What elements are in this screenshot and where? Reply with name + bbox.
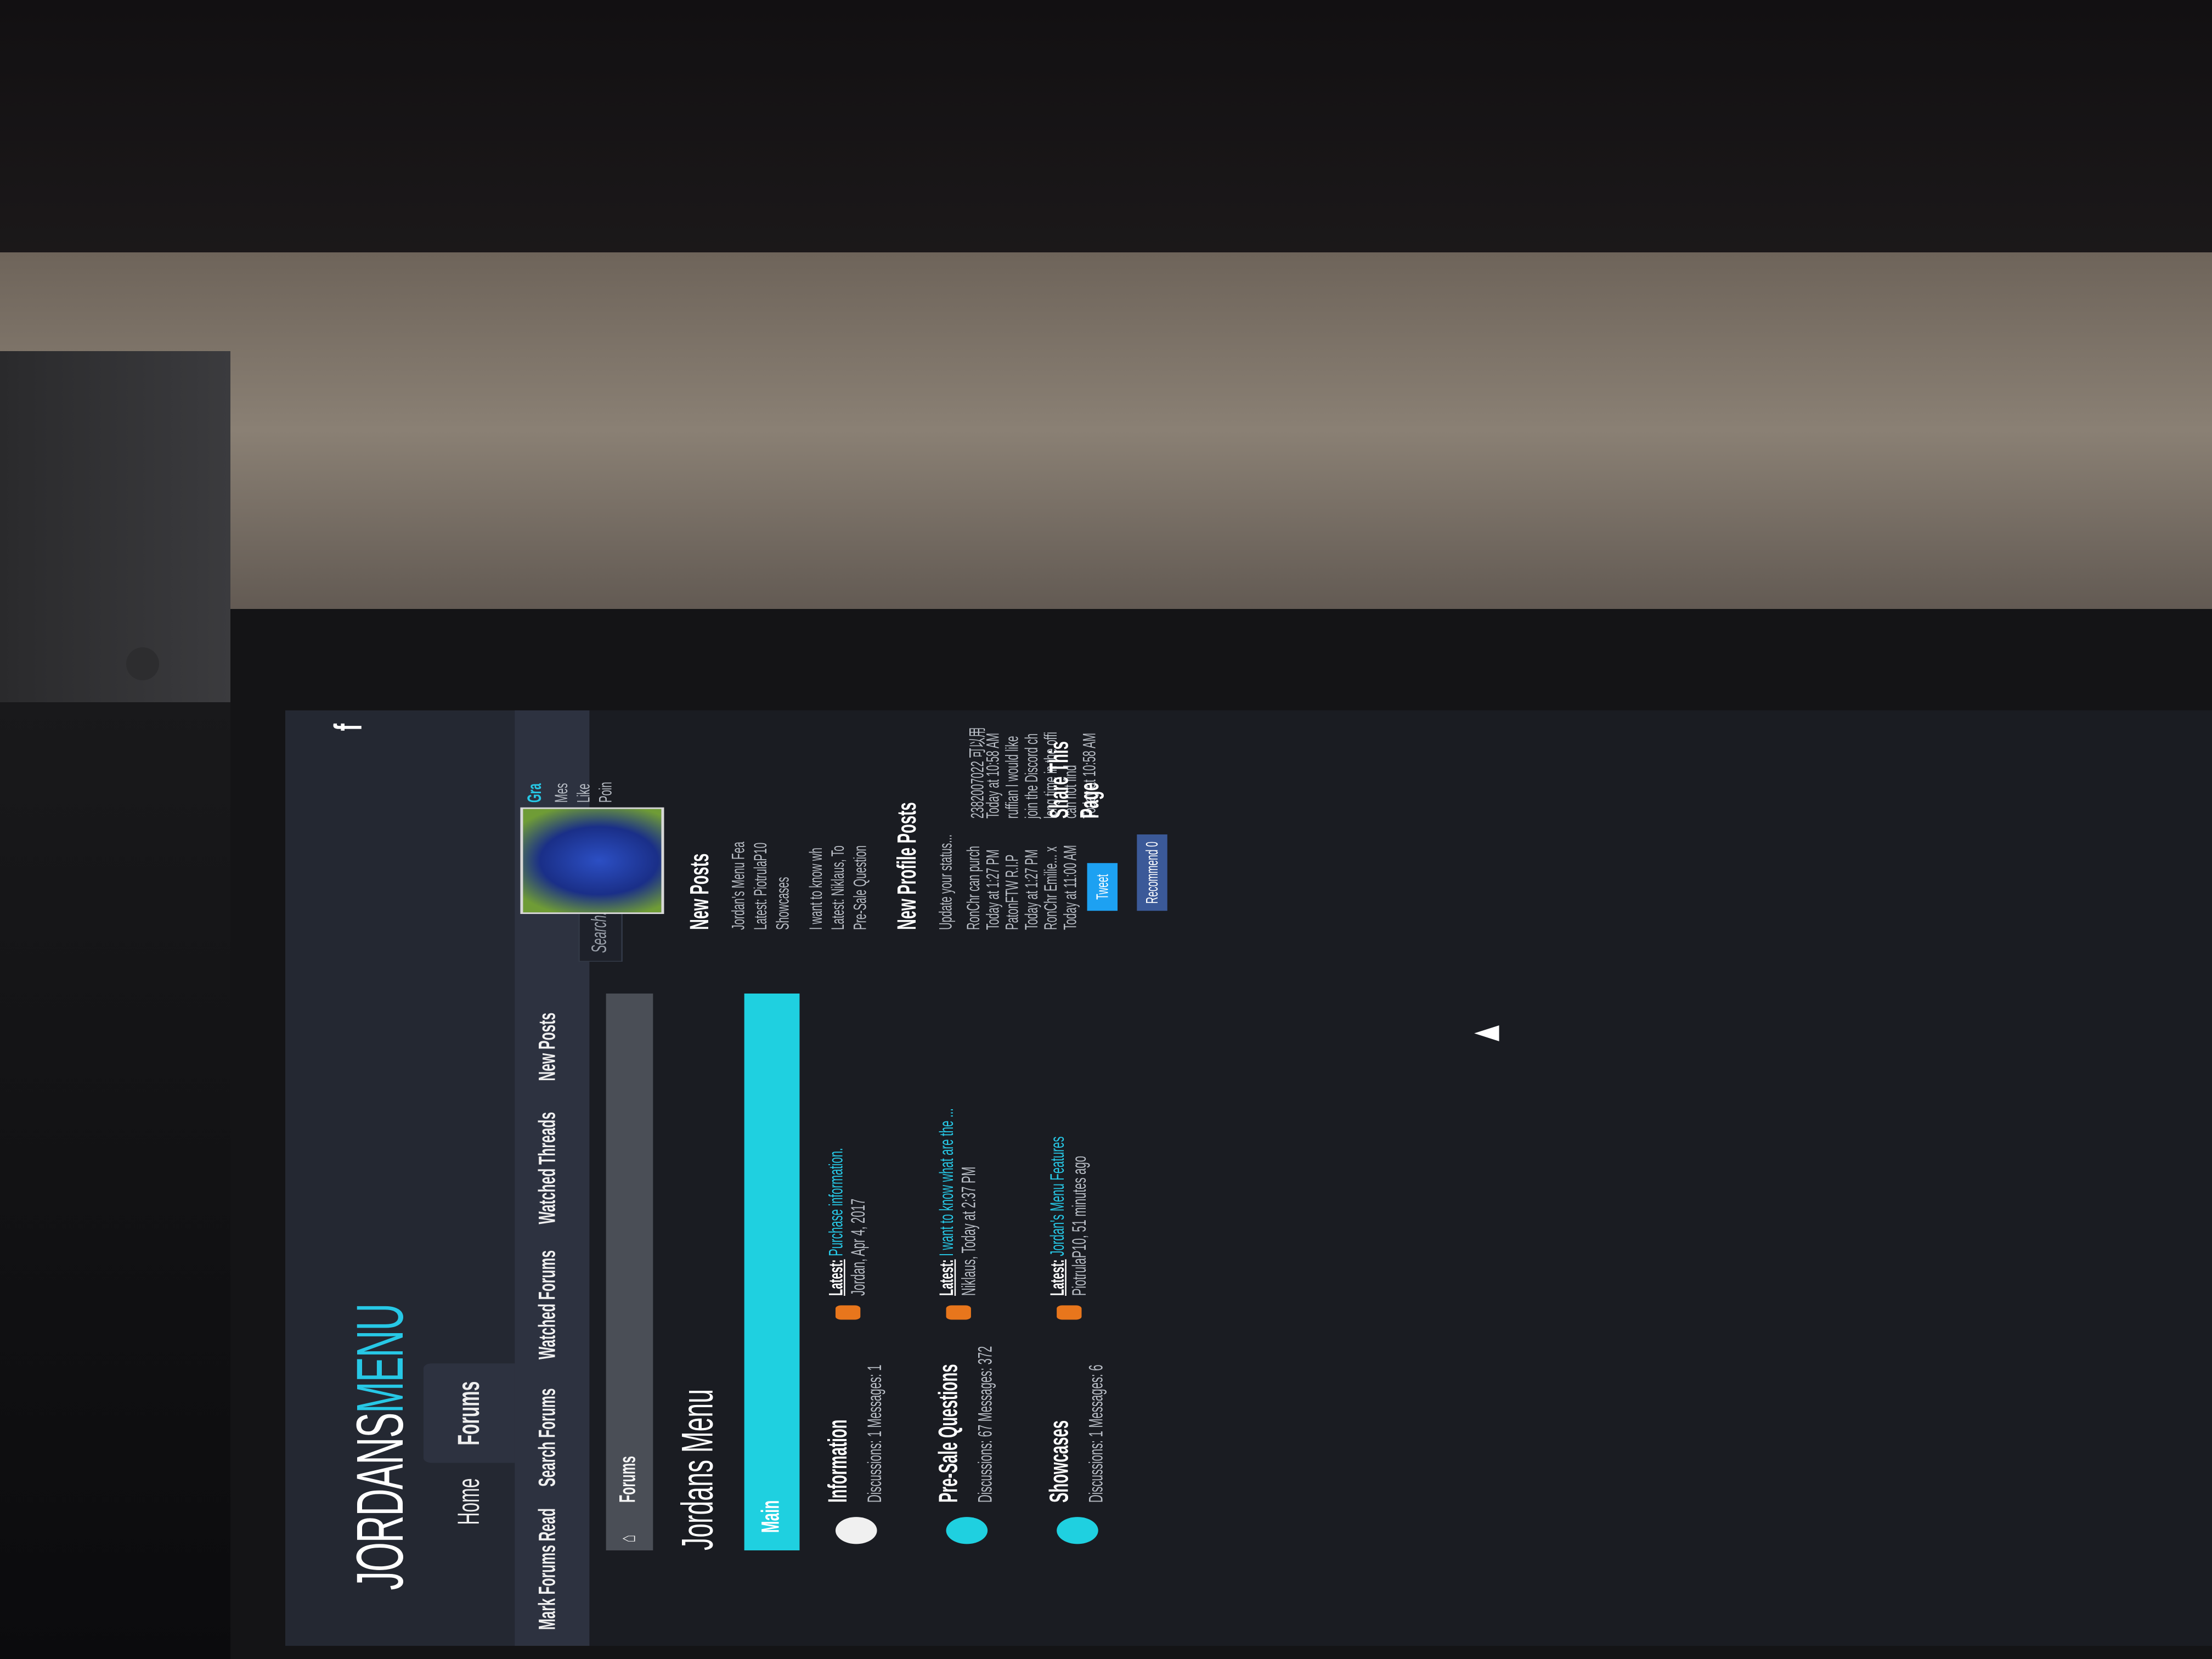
- new-posts-title: New Posts: [686, 853, 715, 930]
- latest-label: Latest:: [824, 1259, 847, 1296]
- profile-post-item[interactable]: RonChr can purch: [963, 846, 984, 930]
- latest-post-information[interactable]: Latest: Purchase information. Jordan, Ap…: [825, 1057, 869, 1296]
- latest-post-showcases[interactable]: Latest: Jordan's Menu Features PiotrulaP…: [1046, 1057, 1090, 1296]
- new-posts-link[interactable]: New Posts: [534, 1013, 562, 1081]
- status-input[interactable]: Update your status...: [935, 834, 956, 930]
- forum-title[interactable]: Information: [825, 1419, 855, 1503]
- category-label: Main: [757, 1500, 785, 1533]
- monitor-screen: JORDANSMENU Home Forums f Mark Forums Re…: [285, 710, 2212, 1646]
- rss-icon[interactable]: [835, 1305, 861, 1320]
- new-post-item: Latest: Niklaus, To: [827, 845, 848, 930]
- latest-meta: Jordan, Apr 4, 2017: [847, 1198, 869, 1296]
- chat-bubble-icon: [946, 1517, 988, 1544]
- profile-post-item: Today at 11:00 AM: [1059, 845, 1080, 930]
- recommend-button[interactable]: Recommend 0: [1137, 834, 1167, 911]
- tab-forums[interactable]: Forums: [424, 1363, 515, 1463]
- profile-post-item: Today at 1:27 PM: [1020, 849, 1042, 930]
- search-forums-link[interactable]: Search Forums: [534, 1389, 562, 1487]
- user-stat: Mes: [550, 783, 572, 803]
- new-post-item[interactable]: Jordan's Menu Fea: [727, 842, 748, 930]
- new-post-item[interactable]: I want to know wh: [805, 848, 826, 930]
- latest-label: Latest:: [1046, 1259, 1068, 1296]
- latest-post-pre-sale[interactable]: Latest: I want to know what are the ... …: [935, 1057, 979, 1296]
- logo-text-1: JORDANS: [345, 1413, 418, 1590]
- latest-meta: Niklaus, Today at 2:37 PM: [957, 1166, 980, 1296]
- profile-post-item: join the Discord ch: [1020, 733, 1042, 819]
- profile-post-item[interactable]: RonChr Emilie... x: [1040, 847, 1061, 930]
- profile-post-item[interactable]: ruffian I would like: [1001, 736, 1022, 819]
- tweet-button[interactable]: Tweet: [1087, 863, 1118, 911]
- watched-forums-link[interactable]: Watched Forums: [534, 1250, 562, 1359]
- user-stat: Like: [573, 783, 594, 803]
- latest-label: Latest:: [935, 1259, 957, 1296]
- mouse-cursor-icon: [1474, 1025, 1499, 1041]
- new-post-item: Latest: PiotrulaP10: [749, 842, 771, 930]
- latest-title[interactable]: I want to know what are the ...: [935, 1108, 957, 1256]
- site-logo[interactable]: JORDANSMENU: [343, 1304, 420, 1590]
- profile-posts-title: New Profile Posts: [893, 802, 923, 930]
- forum-title[interactable]: Showcases: [1046, 1420, 1076, 1503]
- page-title: Jordans Menu: [672, 1389, 723, 1550]
- stand-screw: [126, 647, 159, 680]
- latest-title[interactable]: Purchase information.: [825, 1148, 847, 1256]
- rss-icon[interactable]: [946, 1305, 971, 1320]
- sidebar: Gra Mes Like Poin New Posts Jordan's Men…: [285, 710, 2212, 930]
- user-avatar[interactable]: [520, 807, 664, 914]
- forum-stats: Discussions: 67 Messages: 372: [973, 1346, 996, 1503]
- new-post-item: Pre-Sale Question: [849, 845, 870, 930]
- tab-home[interactable]: Home: [424, 1461, 515, 1543]
- forum-stats: Discussions: 1 Messages: 1: [863, 1364, 885, 1503]
- logo-text-2: MENU: [345, 1304, 418, 1414]
- forum-title[interactable]: Pre-Sale Questions: [935, 1364, 965, 1503]
- profile-post-item: Today at 10:58 AM: [982, 732, 1003, 819]
- chat-bubble-icon: [1057, 1517, 1098, 1544]
- latest-title[interactable]: Jordan's Menu Features: [1046, 1137, 1068, 1256]
- latest-meta: PiotrulaP10, 51 minutes ago: [1068, 1155, 1090, 1296]
- mark-forums-read-link[interactable]: Mark Forums Read: [534, 1508, 562, 1630]
- breadcrumb: ⌂ Forums: [606, 994, 653, 1550]
- forum-stats: Discussions: 1 Messages: 6: [1084, 1364, 1107, 1503]
- user-stat: Poin: [595, 782, 616, 803]
- profile-post-item[interactable]: PatonFTW R.I.P: [1001, 855, 1022, 930]
- home-icon[interactable]: ⌂: [606, 1534, 653, 1542]
- share-title: Share This Page: [1046, 741, 1105, 819]
- category-bar[interactable]: Main: [744, 994, 800, 1550]
- photo-scene: JORDANSMENU Home Forums f Mark Forums Re…: [0, 0, 2212, 1659]
- breadcrumb-forums[interactable]: Forums: [606, 1456, 653, 1503]
- wall: [0, 252, 2212, 647]
- profile-post-item: Today at 1:27 PM: [982, 849, 1003, 930]
- user-name[interactable]: Gra: [523, 783, 545, 803]
- new-post-item: Showcases: [772, 877, 793, 930]
- rss-icon[interactable]: [1057, 1305, 1082, 1320]
- watched-threads-link[interactable]: Watched Threads: [534, 1112, 562, 1224]
- chat-bubble-icon: [835, 1517, 877, 1544]
- monitor-stand: [0, 351, 230, 702]
